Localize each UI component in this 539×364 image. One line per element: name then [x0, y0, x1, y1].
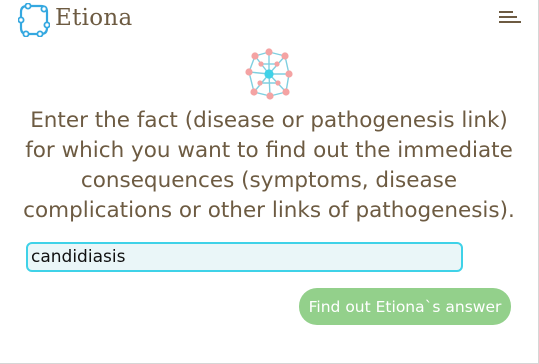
hamburger-menu-icon[interactable] [499, 10, 521, 24]
header: Etiona [0, 0, 539, 40]
find-answer-button[interactable]: Find out Etiona`s answer [299, 288, 511, 325]
pathogenesis-network-icon [245, 48, 293, 100]
fact-search-input[interactable] [26, 242, 463, 272]
instruction-text: Enter the fact (disease or pathogenesis … [23, 108, 515, 223]
brand-name[interactable]: Etiona [55, 5, 133, 31]
etiona-ring-logo-icon[interactable] [18, 3, 50, 37]
